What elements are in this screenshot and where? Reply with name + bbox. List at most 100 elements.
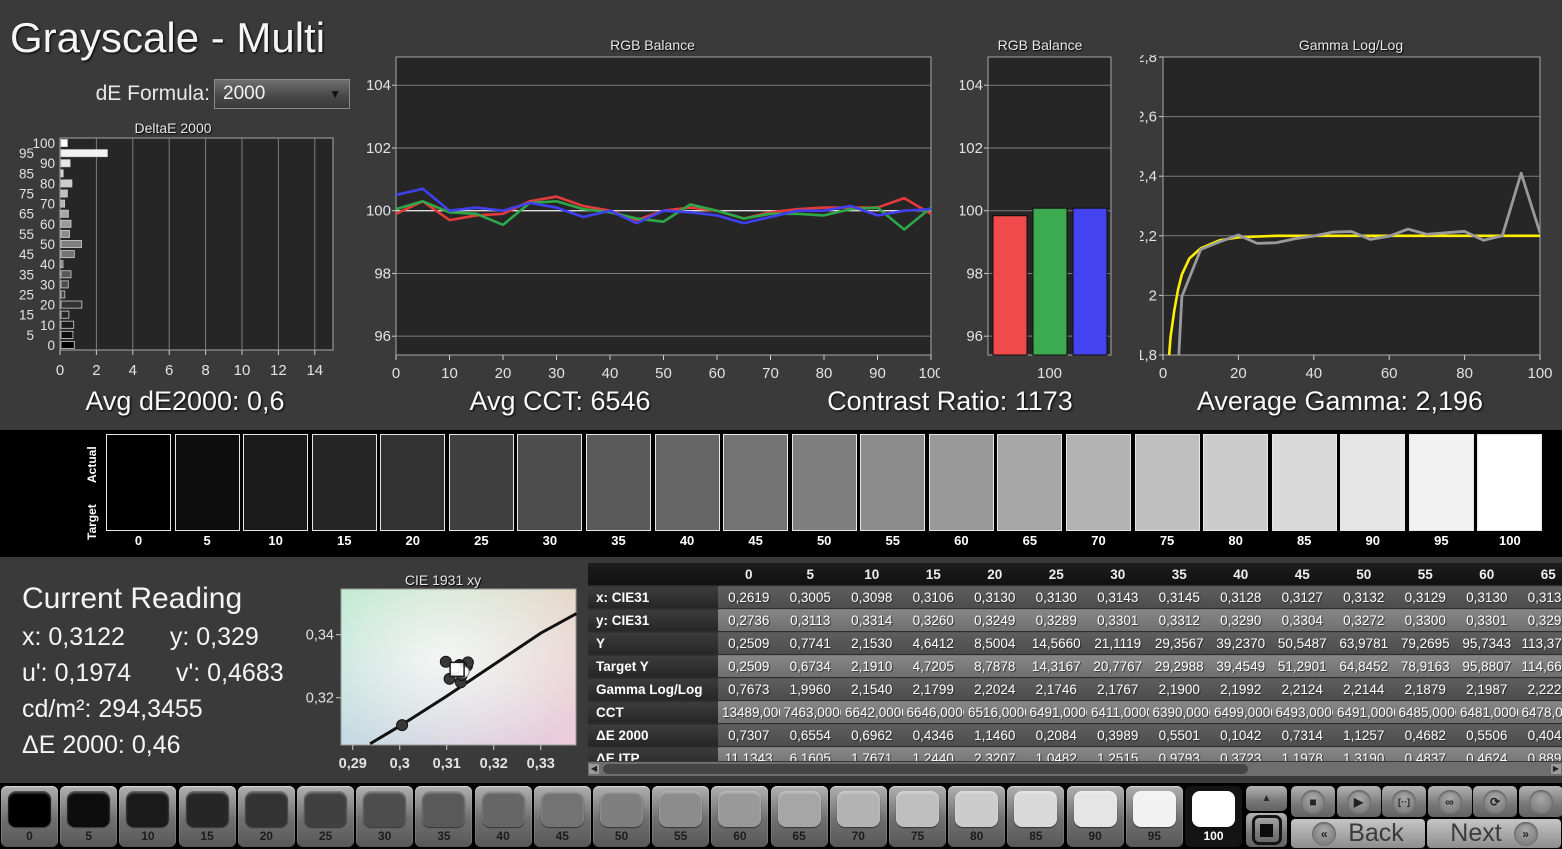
patch-label: 75 (889, 829, 946, 843)
svg-text:0,32: 0,32 (480, 756, 508, 772)
grayscale-swatch-label: 25 (449, 533, 514, 549)
patch-label: 50 (593, 829, 650, 843)
pattern-patch-button-50[interactable]: 50 (593, 786, 650, 847)
table-cell: 114,6657 (1518, 655, 1562, 678)
single-measure-button[interactable]: [··] (1382, 786, 1426, 817)
cie-1931-chart: 0,290,30,310,320,330,320,34 (300, 586, 586, 786)
play-button[interactable]: ▶ (1337, 786, 1381, 817)
table-cell: 2,1799 (903, 678, 965, 701)
table-cell: 0,3314 (841, 609, 903, 632)
deltae-bar-75 (61, 190, 67, 197)
svg-text:100: 100 (918, 365, 940, 380)
pattern-patch-button-40[interactable]: 40 (475, 786, 532, 847)
pattern-control-bar: 0510152025303540455055606570758085909510… (0, 783, 1562, 849)
patch-label: 30 (356, 829, 413, 843)
refresh-button[interactable]: ⟳ (1473, 786, 1517, 817)
pattern-patch-button-75[interactable]: 75 (889, 786, 946, 847)
svg-text:10: 10 (234, 362, 251, 379)
svg-text:104: 104 (366, 77, 391, 94)
svg-text:25: 25 (19, 287, 34, 302)
pattern-patch-button-25[interactable]: 25 (297, 786, 354, 847)
svg-text:0,34: 0,34 (306, 628, 334, 644)
scroll-left-arrow-icon[interactable]: ◀ (589, 764, 599, 774)
pattern-patch-button-85[interactable]: 85 (1007, 786, 1064, 847)
table-row: Target Y0,25090,67342,19104,72058,787814… (588, 655, 1562, 678)
patch-label: 10 (119, 829, 176, 843)
table-cell: 2,1767 (1087, 678, 1149, 701)
pattern-patch-button-35[interactable]: 35 (415, 786, 472, 847)
table-cell: 0,2736 (718, 609, 780, 632)
table-cell: 8,7878 (964, 655, 1026, 678)
table-horizontal-scrollbar[interactable]: ◀ ▶ (588, 762, 1562, 776)
grayscale-swatch-label: 5 (175, 533, 240, 549)
patch-label: 95 (1126, 829, 1183, 843)
table-cell: 0,3249 (964, 609, 1026, 632)
deltae-bar-10 (61, 321, 74, 328)
pattern-patch-button-20[interactable]: 20 (238, 786, 295, 847)
deltae-bar-15 (61, 311, 69, 318)
pattern-patch-button-70[interactable]: 70 (830, 786, 887, 847)
table-cell: 0,3098 (841, 586, 903, 609)
pattern-patch-button-10[interactable]: 10 (119, 786, 176, 847)
grayscale-swatch-5 (175, 434, 240, 531)
table-cell: 6481,0000 (1456, 701, 1518, 724)
pattern-patch-button-95[interactable]: 95 (1126, 786, 1183, 847)
pattern-patch-button-15[interactable]: 15 (179, 786, 236, 847)
next-button[interactable]: Next » (1427, 819, 1561, 848)
table-cell: 0,3132 (1333, 586, 1395, 609)
de-formula-select[interactable]: 2000 ▼ (214, 79, 350, 109)
svg-text:50: 50 (40, 237, 55, 252)
table-cell: 2,1910 (841, 655, 903, 678)
patch-swatch (422, 791, 465, 827)
pattern-window-button[interactable] (1246, 813, 1287, 847)
pattern-patch-button-5[interactable]: 5 (60, 786, 117, 847)
grayscale-swatch-25 (449, 434, 514, 531)
scrollbar-thumb[interactable] (603, 764, 1248, 774)
grayscale-swatch-90 (1340, 434, 1405, 531)
actual-row-label: Actual (85, 435, 102, 495)
table-row-label: Y (588, 632, 718, 655)
table-cell: 11,1343 (718, 747, 780, 762)
table-cell: 0,3131 (1518, 586, 1562, 609)
pattern-patch-button-80[interactable]: 80 (948, 786, 1005, 847)
table-col-header-10: 10 (841, 563, 903, 586)
pattern-patch-button-65[interactable]: 65 (771, 786, 828, 847)
svg-text:0,29: 0,29 (339, 756, 367, 772)
grayscale-swatch-label: 40 (655, 533, 720, 549)
deltae-bar-35 (61, 271, 71, 278)
de-formula-value: 2000 (223, 83, 265, 105)
table-cell: 20,7767 (1087, 655, 1149, 678)
grayscale-swatch-35 (586, 434, 651, 531)
pattern-patch-button-0[interactable]: 0 (1, 786, 58, 847)
gamma-loglog-chart: 1,822,22,42,62,8020406080100 (1140, 55, 1562, 380)
table-cell: 6491,0000 (1026, 701, 1088, 724)
continuous-measure-button[interactable]: ∞ (1428, 786, 1472, 817)
table-col-header-25: 25 (1026, 563, 1088, 586)
table-col-header-55: 55 (1395, 563, 1457, 586)
patch-label: 90 (1067, 829, 1124, 843)
pattern-up-button[interactable]: ▲ (1246, 786, 1287, 811)
pattern-patch-button-45[interactable]: 45 (534, 786, 591, 847)
table-row: ΔE ITP11,13436,16051,76711,24402,32071,0… (588, 747, 1562, 762)
svg-text:100: 100 (1527, 365, 1552, 380)
svg-text:1,8: 1,8 (1140, 347, 1157, 364)
svg-text:60: 60 (1381, 365, 1398, 380)
scroll-right-arrow-icon[interactable]: ▶ (1551, 764, 1561, 774)
record-button[interactable] (1519, 786, 1562, 817)
table-cell: 0,3301 (1456, 609, 1518, 632)
table-cell: 6491,0000 (1333, 701, 1395, 724)
svg-text:96: 96 (374, 328, 391, 345)
svg-text:12: 12 (270, 362, 287, 379)
back-button[interactable]: « Back (1291, 819, 1425, 848)
pattern-patch-button-60[interactable]: 60 (711, 786, 768, 847)
pattern-patch-button-55[interactable]: 55 (652, 786, 709, 847)
svg-text:100: 100 (960, 203, 983, 220)
patch-label: 80 (948, 829, 1005, 843)
table-cell: 6646,0000 (903, 701, 965, 724)
pattern-patch-button-30[interactable]: 30 (356, 786, 413, 847)
table-row-label: ΔE ITP (588, 747, 718, 762)
pattern-patch-button-90[interactable]: 90 (1067, 786, 1124, 847)
pattern-patch-button-100[interactable]: 100 (1185, 786, 1242, 847)
grayscale-swatch-label: 15 (312, 533, 377, 549)
stop-button[interactable]: ■ (1291, 786, 1335, 817)
